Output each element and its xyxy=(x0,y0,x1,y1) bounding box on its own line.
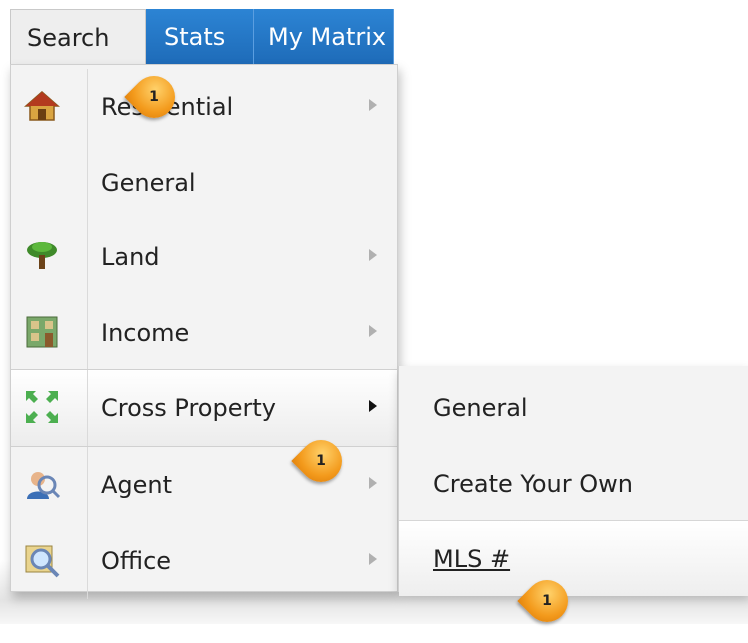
callout-number: 1 xyxy=(316,453,326,469)
arrows-icon xyxy=(23,388,61,426)
menu-item-label: General xyxy=(101,169,196,197)
chevron-right-icon xyxy=(369,249,377,261)
menu-item-income[interactable]: Income xyxy=(11,295,397,371)
tree-icon xyxy=(23,237,61,275)
menu-item-residential[interactable]: Residential xyxy=(11,69,397,145)
menu-item-office[interactable]: Office xyxy=(11,523,397,599)
tab-stats[interactable]: Stats xyxy=(146,9,254,65)
office-search-icon xyxy=(23,541,61,579)
chevron-right-icon xyxy=(369,325,377,337)
callout-number: 1 xyxy=(149,89,159,105)
menu-item-label: Agent xyxy=(101,471,173,499)
chevron-right-icon xyxy=(369,400,377,412)
cross-property-submenu: General Create Your Own MLS # xyxy=(398,366,748,596)
separator xyxy=(87,523,88,599)
submenu-item-create-your-own[interactable]: Create Your Own xyxy=(399,446,748,522)
separator xyxy=(87,370,88,446)
chevron-right-icon xyxy=(369,99,377,111)
tab-my-matrix[interactable]: My Matrix xyxy=(254,9,394,65)
agent-search-icon xyxy=(23,465,61,503)
submenu-item-mls-number[interactable]: MLS # xyxy=(399,520,748,596)
separator xyxy=(87,219,88,295)
callout-number: 1 xyxy=(542,593,552,609)
submenu-item-general[interactable]: General xyxy=(399,370,748,446)
separator xyxy=(87,145,88,221)
callout-badge: 1 xyxy=(517,571,577,631)
menu-item-label: Income xyxy=(101,319,190,347)
menu-item-general[interactable]: General xyxy=(11,145,397,221)
separator xyxy=(87,447,88,523)
tab-search[interactable]: Search xyxy=(10,9,146,65)
menu-item-label: Office xyxy=(101,547,172,575)
menu-item-cross-property[interactable]: Cross Property xyxy=(11,369,397,447)
separator xyxy=(87,69,88,145)
building-icon xyxy=(23,313,61,351)
search-dropdown-menu: Residential General Land xyxy=(10,64,398,599)
house-icon xyxy=(23,87,61,125)
callout-badge: 1 xyxy=(291,431,351,491)
menu-item-land[interactable]: Land xyxy=(11,219,397,295)
callout-badge: 1 xyxy=(124,67,184,127)
chevron-right-icon xyxy=(369,553,377,565)
top-menu-bar: Search Stats My Matrix xyxy=(10,9,394,65)
separator xyxy=(87,295,88,371)
chevron-right-icon xyxy=(369,477,377,489)
menu-item-label: Cross Property xyxy=(101,394,276,422)
menu-item-label: Land xyxy=(101,243,160,271)
